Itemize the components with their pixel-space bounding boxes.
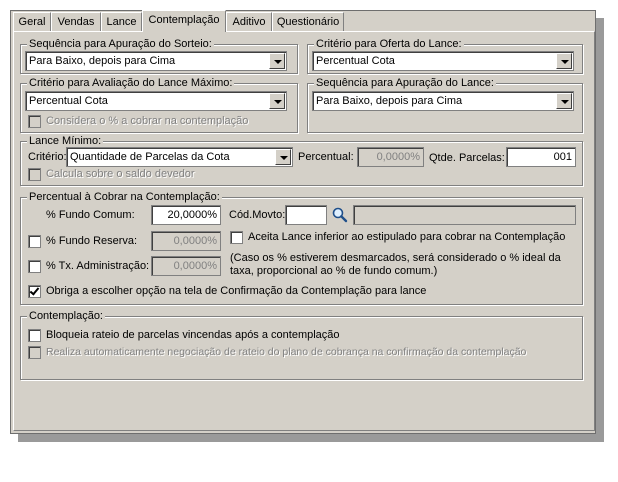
sorteio-value: Para Baixo, depois para Cima <box>29 55 176 67</box>
avaliacao-legend: Critério para Avaliação do Lance Máximo: <box>27 77 235 89</box>
fundo-reserva-input[interactable]: 0,0000% <box>151 231 221 251</box>
calcula-saldo-label: Calcula sobre o saldo devedor <box>46 168 195 180</box>
apuracao-lance-value: Para Baixo, depois para Cima <box>316 95 463 107</box>
sorteio-legend: Sequência para Apuração do Sorteio: <box>27 38 214 50</box>
chevron-down-icon[interactable] <box>556 53 572 69</box>
sorteio-select[interactable]: Para Baixo, depois para Cima <box>25 51 287 71</box>
percentual-input[interactable]: 0,0000% <box>357 147 424 167</box>
search-icon[interactable] <box>331 206 349 224</box>
avaliacao-select[interactable]: Percentual Cota <box>25 91 287 111</box>
aceita-lance-checkbox[interactable] <box>230 231 243 244</box>
avaliacao-value: Percentual Cota <box>29 95 108 107</box>
note-line-1: (Caso os % estiverem desmarcados, será c… <box>230 252 561 264</box>
aceita-lance-label: Aceita Lance inferior ao estipulado para… <box>248 231 566 243</box>
tx-adm-input[interactable]: 0,0000% <box>151 256 221 276</box>
oferta-legend: Critério para Oferta do Lance: <box>314 38 464 50</box>
criterio-label: Critério: <box>28 151 67 163</box>
obriga-label: Obriga a escolher opção na tela de Confi… <box>46 285 427 297</box>
realiza-label: Realiza automaticamente negociação de ra… <box>46 346 527 358</box>
obriga-checkbox[interactable] <box>28 285 41 298</box>
oferta-value: Percentual Cota <box>316 55 395 67</box>
realiza-checkbox[interactable] <box>28 346 41 359</box>
qtde-parcelas-input[interactable]: 001 <box>506 147 576 167</box>
considera-label: Considera o % a cobrar na contemplação <box>46 115 249 127</box>
cod-movto-description <box>353 205 576 225</box>
percentual-cobrar-legend: Percentual à Cobrar na Contemplação: <box>27 191 222 203</box>
tx-adm-label: % Tx. Administração: <box>46 260 150 272</box>
apuracao-lance-select[interactable]: Para Baixo, depois para Cima <box>312 91 574 111</box>
tab-geral[interactable]: Geral <box>13 12 51 31</box>
fundo-reserva-checkbox[interactable] <box>28 235 41 248</box>
chevron-down-icon[interactable] <box>269 53 285 69</box>
fundo-comum-label: % Fundo Comum: <box>46 209 135 221</box>
apuracao-lance-legend: Sequência para Apuração do Lance: <box>314 77 496 89</box>
tab-vendas[interactable]: Vendas <box>51 12 101 31</box>
contemplacao-legend: Contemplação: <box>27 310 105 322</box>
bloqueia-checkbox[interactable] <box>28 329 41 342</box>
criterio-select[interactable]: Quantidade de Parcelas da Cota <box>66 147 293 167</box>
tab-aditivo[interactable]: Aditivo <box>226 12 272 31</box>
criterio-value: Quantidade de Parcelas da Cota <box>70 151 230 163</box>
chevron-down-icon[interactable] <box>275 149 291 165</box>
note-line-2: taxa, proporcional ao % de fundo comum.) <box>230 265 438 277</box>
fundo-reserva-label: % Fundo Reserva: <box>46 235 138 247</box>
cod-movto-input[interactable] <box>285 205 327 225</box>
bloqueia-label: Bloqueia rateio de parcelas vincendas ap… <box>46 329 340 341</box>
tab-questionario[interactable]: Questionário <box>272 12 344 31</box>
tx-adm-checkbox[interactable] <box>28 260 41 273</box>
cod-movto-label: Cód.Movto: <box>229 209 286 221</box>
calcula-saldo-checkbox[interactable] <box>28 168 41 181</box>
chevron-down-icon[interactable] <box>269 93 285 109</box>
oferta-select[interactable]: Percentual Cota <box>312 51 574 71</box>
fundo-comum-input[interactable]: 20,0000% <box>151 205 221 225</box>
tab-lance[interactable]: Lance <box>101 12 142 31</box>
percentual-label: Percentual: <box>298 151 354 163</box>
considera-checkbox[interactable] <box>28 115 41 128</box>
tab-contemplacao[interactable]: Contemplação <box>142 10 226 32</box>
chevron-down-icon[interactable] <box>556 93 572 109</box>
qtde-parcelas-label: Qtde. Parcelas: <box>429 152 505 164</box>
lance-minimo-legend: Lance Mínimo: <box>27 135 104 147</box>
